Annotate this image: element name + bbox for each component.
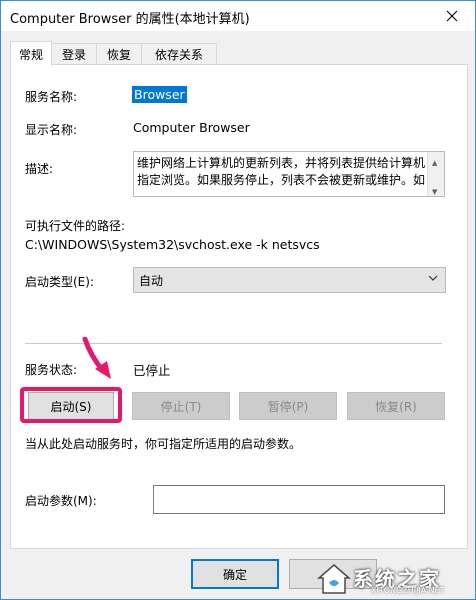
service-status-label: 服务状态: bbox=[25, 363, 78, 377]
startup-params-input[interactable] bbox=[153, 485, 445, 514]
general-tab-panel: 服务名称: Browser 显示名称: Computer Browser 描述:… bbox=[10, 64, 468, 549]
tab-label: 常规 bbox=[18, 47, 43, 62]
scroll-down-icon[interactable]: ▼ bbox=[432, 184, 437, 196]
title-bar: Computer Browser 的属性(本地计算机) bbox=[1, 1, 475, 31]
tab-label: 恢复 bbox=[106, 47, 131, 62]
description-box[interactable]: 维护网络上计算机的更新列表，并将列表提供给计算机 指定浏览。如果服务停止，列表不… bbox=[133, 151, 445, 197]
path-value[interactable]: C:\WINDOWS\System32\svchost.exe -k netsv… bbox=[25, 237, 320, 252]
tab-general[interactable]: 常规 bbox=[10, 41, 52, 66]
startup-params-hint: 当从此处启动服务时，你可指定所适用的启动参数。 bbox=[25, 437, 302, 451]
description-scrollbar[interactable]: ▲ ▼ bbox=[427, 152, 444, 196]
service-name-value[interactable]: Browser bbox=[132, 86, 187, 103]
properties-dialog: Computer Browser 的属性(本地计算机) 常规 登录 恢复 依存关… bbox=[0, 0, 476, 600]
scroll-up-icon[interactable]: ▲ bbox=[432, 155, 437, 172]
tab-logon[interactable]: 登录 bbox=[51, 43, 97, 64]
description-line: 维护网络上计算机的更新列表，并将列表提供给计算机 bbox=[137, 156, 426, 170]
ok-button-label: 确定 bbox=[222, 567, 247, 582]
pause-button[interactable]: 暂停(P) bbox=[239, 392, 337, 420]
description-text: 维护网络上计算机的更新列表，并将列表提供给计算机 指定浏览。如果服务停止，列表不… bbox=[137, 155, 425, 189]
resume-button[interactable]: 恢复(R) bbox=[347, 392, 445, 420]
close-icon bbox=[446, 10, 458, 22]
window-title: Computer Browser 的属性(本地计算机) bbox=[10, 12, 250, 27]
resume-button-label: 恢复(R) bbox=[375, 399, 417, 414]
ok-button[interactable]: 确定 bbox=[191, 559, 279, 589]
service-name-selected: Browser bbox=[132, 86, 187, 103]
startup-params-label: 启动参数(M): bbox=[25, 494, 97, 508]
display-name-value[interactable]: Computer Browser bbox=[133, 120, 250, 135]
startup-type-label: 启动类型(E): bbox=[25, 275, 94, 289]
tab-recovery[interactable]: 恢复 bbox=[96, 43, 142, 64]
tab-label: 登录 bbox=[61, 47, 86, 62]
service-name-label: 服务名称: bbox=[25, 90, 78, 104]
description-label: 描述: bbox=[25, 162, 54, 176]
startup-type-select[interactable]: 自动 bbox=[133, 267, 446, 293]
path-label: 可执行文件的路径: bbox=[25, 219, 126, 233]
display-name-label: 显示名称: bbox=[25, 123, 78, 137]
chevron-down-icon bbox=[427, 272, 439, 287]
startup-type-value: 自动 bbox=[139, 274, 164, 288]
description-line: 指定浏览。如果服务停止，列表不会被更新或维护。如 bbox=[137, 173, 426, 187]
watermark-logo-icon bbox=[317, 564, 351, 594]
watermark: 系统之家 XITONGZHIJIA.NET bbox=[313, 561, 473, 597]
stop-button-label: 停止(T) bbox=[160, 399, 202, 414]
watermark-url: XITONGZHIJIA.NET bbox=[371, 586, 445, 595]
stop-button[interactable]: 停止(T) bbox=[132, 392, 230, 420]
tab-dependencies[interactable]: 依存关系 bbox=[141, 43, 217, 64]
service-status-value: 已停止 bbox=[133, 363, 171, 378]
tab-label: 依存关系 bbox=[154, 47, 203, 62]
pause-button-label: 暂停(P) bbox=[267, 399, 309, 414]
close-button[interactable] bbox=[429, 1, 475, 31]
arrow-annotation-icon bbox=[82, 337, 111, 379]
highlight-annotation bbox=[20, 387, 122, 423]
